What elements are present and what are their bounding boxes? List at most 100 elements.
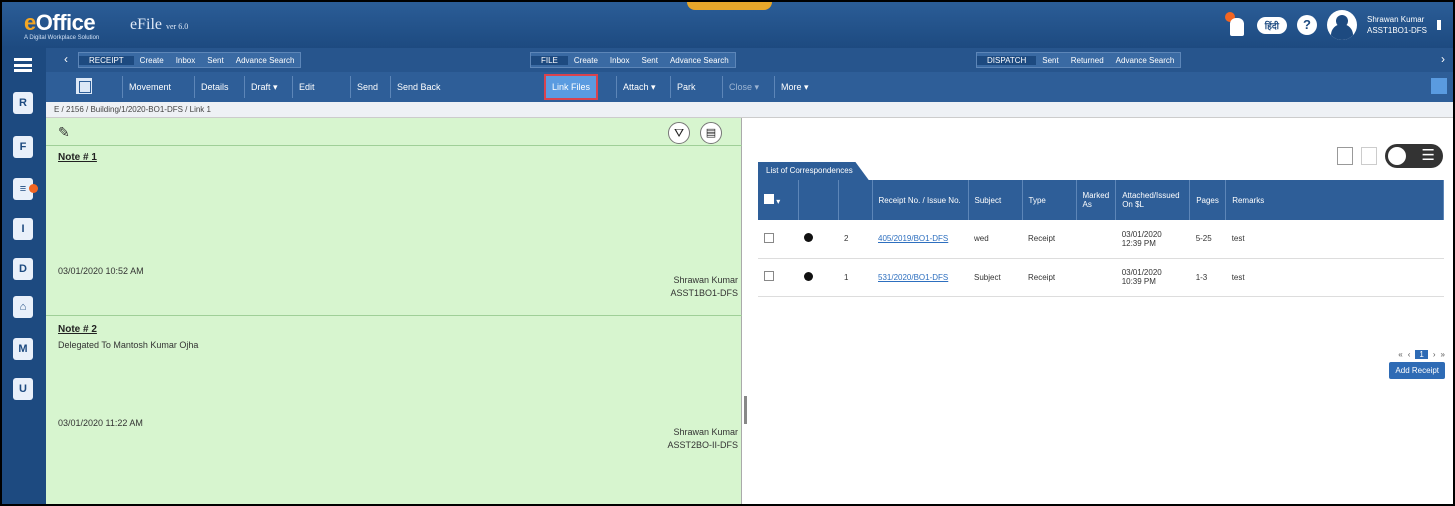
close-dropdown[interactable]: Close ▾	[722, 76, 765, 98]
col-pages-header[interactable]: Pages	[1189, 180, 1227, 220]
note-2-signature: Shrawan Kumar ASST2BO-II-DFS	[667, 426, 738, 452]
file-nav-group: FILE Create Inbox Sent Advance Search	[530, 52, 736, 68]
home-icon[interactable]: ⌂	[13, 296, 33, 318]
send-button[interactable]: Send	[350, 76, 384, 98]
send-back-button[interactable]: Send Back	[390, 76, 447, 98]
col-num-header	[838, 180, 873, 220]
pager-next[interactable]: ›	[1433, 350, 1436, 359]
draft-dropdown[interactable]: Draft ▾	[244, 76, 284, 98]
pager-first[interactable]: «	[1398, 350, 1402, 359]
notes-toolbar: ✎ ⛛ ▤	[46, 118, 742, 146]
message-icon[interactable]: M	[13, 338, 33, 360]
nav-file-inbox[interactable]: Inbox	[604, 56, 636, 65]
inbox-icon[interactable]: I	[13, 218, 33, 240]
row-type: Receipt	[1022, 220, 1076, 259]
nav-receipt-sent[interactable]: Sent	[201, 56, 229, 65]
menu-icon[interactable]	[14, 58, 32, 72]
select-all-header[interactable]: ▾	[758, 180, 799, 220]
user-menu-caret-icon[interactable]	[1437, 20, 1441, 30]
file-module-icon[interactable]: F	[13, 136, 33, 158]
nav-dispatch-head[interactable]: DISPATCH	[977, 55, 1037, 65]
nav-dispatch-advance-search[interactable]: Advance Search	[1110, 56, 1181, 65]
nav-right-arrow-icon[interactable]: ›	[1441, 52, 1445, 66]
split-view-icon[interactable]	[1337, 147, 1353, 165]
print-icon[interactable]	[1431, 78, 1447, 94]
nav-dispatch-sent[interactable]: Sent	[1036, 56, 1064, 65]
eoffice-logo[interactable]: eOffice	[24, 10, 96, 36]
edit-note-icon[interactable]: ✎	[58, 124, 70, 141]
nav-receipt-create[interactable]: Create	[134, 56, 170, 65]
receipt-link[interactable]: 405/2019/BO1-DFS	[878, 234, 948, 243]
details-button[interactable]: Details	[194, 76, 235, 98]
note-1-signer: Shrawan Kumar	[673, 275, 738, 285]
nav-receipt-inbox[interactable]: Inbox	[170, 56, 202, 65]
edit-button[interactable]: Edit	[292, 76, 321, 98]
app-window: eOffice A Digital Workplace Solution eFi…	[0, 0, 1455, 506]
pager-prev[interactable]: ‹	[1408, 350, 1411, 359]
nav-left-arrow-icon[interactable]: ‹	[64, 52, 68, 66]
logo-subtitle: A Digital Workplace Solution	[24, 35, 100, 41]
col-marked-as-header[interactable]: Marked As	[1076, 180, 1117, 220]
nav-receipt-advance-search[interactable]: Advance Search	[230, 56, 301, 65]
note-2-title[interactable]: Note # 2	[58, 324, 97, 335]
row-pages: 5-25	[1189, 220, 1226, 259]
receipt-module-icon[interactable]: R	[13, 92, 33, 114]
nav-file-sent[interactable]: Sent	[636, 56, 664, 65]
row-remarks: test	[1225, 258, 1444, 297]
app-header: eOffice A Digital Workplace Solution eFi…	[2, 2, 1453, 48]
tab-list-of-correspondences[interactable]: List of Correspondences	[758, 162, 869, 180]
col-remarks-header[interactable]: Remarks	[1225, 180, 1444, 220]
nav-file-create[interactable]: Create	[568, 56, 604, 65]
collapse-header-handle[interactable]	[687, 2, 772, 10]
row-marked-as	[1076, 220, 1116, 259]
row-checkbox[interactable]	[764, 271, 774, 281]
single-view-icon[interactable]	[1361, 147, 1377, 165]
logo-text: Office	[35, 10, 96, 35]
col-attached-on-header[interactable]: Attached/Issued On $L	[1115, 180, 1191, 220]
more-dropdown[interactable]: More ▾	[774, 76, 815, 98]
panel-resize-handle[interactable]	[744, 396, 747, 424]
row-checkbox[interactable]	[764, 232, 774, 243]
pager-last[interactable]: »	[1441, 350, 1445, 359]
add-receipt-button[interactable]: Add Receipt	[1389, 362, 1445, 379]
correspondence-panel: List of Correspondences ▾ Receipt No. / …	[750, 118, 1453, 504]
grid-view-icon[interactable]	[76, 78, 92, 94]
notification-bell-icon[interactable]	[1224, 12, 1247, 38]
table-header-row: ▾ Receipt No. / Issue No. Subject Type M…	[758, 180, 1444, 220]
note-1-title[interactable]: Note # 1	[58, 152, 97, 163]
park-button[interactable]: Park	[670, 76, 702, 98]
language-toggle[interactable]: हिंदी	[1256, 16, 1287, 34]
table-row[interactable]: 2 405/2019/BO1-DFS wed Receipt 03/01/202…	[758, 220, 1444, 259]
nav-file-head[interactable]: FILE	[531, 55, 568, 65]
dispatch-icon[interactable]: D	[13, 258, 33, 280]
user-name: Shrawan Kumar	[1366, 15, 1425, 24]
pager-current-page[interactable]: 1	[1415, 350, 1428, 359]
user-settings-icon[interactable]: U	[13, 378, 33, 400]
row-number: 1	[838, 258, 872, 297]
row-number: 2	[838, 220, 872, 259]
note-1-date: 03/01/2020 10:52 AM	[58, 266, 144, 276]
user-info[interactable]: Shrawan Kumar ASST1BO1-DFS	[1367, 14, 1427, 36]
col-receipt-no-header[interactable]: Receipt No. / Issue No.	[872, 180, 969, 220]
select-all-checkbox[interactable]	[764, 194, 774, 204]
attach-dropdown[interactable]: Attach ▾	[616, 76, 662, 98]
module-navbar: ‹ RECEIPT Create Inbox Sent Advance Sear…	[46, 48, 1453, 72]
receipt-link[interactable]: 531/2020/BO1-DFS	[878, 273, 948, 282]
filter-icon[interactable]: ⛛	[668, 122, 690, 144]
document-view-icon[interactable]: ▤	[700, 122, 722, 144]
nav-dispatch-returned[interactable]: Returned	[1065, 56, 1110, 65]
info-icon[interactable]	[804, 271, 813, 281]
table-row[interactable]: 1 531/2020/BO1-DFS Subject Receipt 03/01…	[758, 258, 1444, 297]
user-designation: ASST1BO1-DFS	[1366, 26, 1427, 35]
view-options	[1337, 144, 1443, 168]
movement-button[interactable]: Movement	[122, 76, 177, 98]
nav-receipt-head[interactable]: RECEIPT	[79, 55, 134, 65]
col-type-header[interactable]: Type	[1022, 180, 1077, 220]
col-subject-header[interactable]: Subject	[968, 180, 1023, 220]
info-icon[interactable]	[804, 233, 813, 243]
nav-file-advance-search[interactable]: Advance Search	[664, 56, 735, 65]
user-avatar[interactable]	[1326, 10, 1357, 40]
list-view-toggle[interactable]	[1385, 144, 1443, 168]
help-icon[interactable]: ?	[1296, 15, 1317, 35]
link-files-button[interactable]: Link Files	[543, 74, 599, 100]
